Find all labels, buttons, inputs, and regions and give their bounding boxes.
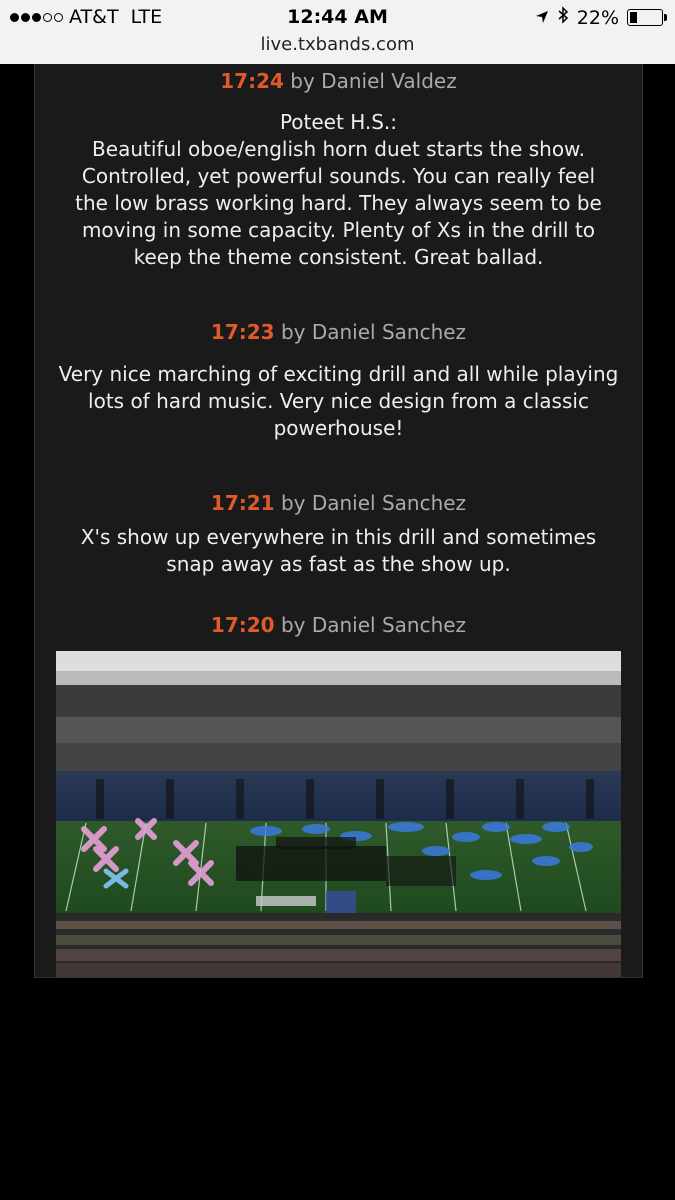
text-line: powerhouse! xyxy=(273,416,404,440)
entry-time: 17:24 xyxy=(220,69,284,93)
stadium-photo[interactable] xyxy=(56,651,621,977)
location-arrow-icon xyxy=(535,7,549,29)
entry-text: X's show up everywhere in this drill and… xyxy=(47,524,630,578)
text-line: Controlled, yet powerful sounds. You can… xyxy=(81,164,596,188)
entry-text: Poteet H.S.: Beautiful oboe/english horn… xyxy=(47,109,630,271)
entry-author: by Daniel Valdez xyxy=(290,69,457,93)
entry-time: 17:20 xyxy=(210,613,275,637)
text-line: the low brass working hard. They always … xyxy=(75,191,602,215)
entry-author: by Daniel Sanchez xyxy=(280,320,467,344)
entry-header: 17:23 by Daniel Sanchez xyxy=(35,320,642,344)
url-bar[interactable]: live.txbands.com xyxy=(0,34,675,55)
entry-time: 17:23 xyxy=(210,320,275,344)
text-line: keep the theme consistent. Great ballad. xyxy=(133,245,544,269)
text-line: Very nice marching of exciting drill and… xyxy=(58,362,619,386)
entry-time: 17:21 xyxy=(210,491,275,515)
entry-text: Very nice marching of exciting drill and… xyxy=(47,361,630,442)
battery-icon xyxy=(627,9,667,26)
text-line: snap away as fast as the show up. xyxy=(166,552,511,576)
text-line: Beautiful oboe/english horn duet starts … xyxy=(92,137,585,161)
text-line: X's show up everywhere in this drill and… xyxy=(80,525,597,549)
battery-percent: 22% xyxy=(576,6,619,29)
entry-header: 17:24 by Daniel Valdez xyxy=(35,69,642,93)
live-feed-panel: 17:24 by Daniel Valdez Poteet H.S.: Beau… xyxy=(34,64,643,978)
bluetooth-icon xyxy=(557,6,569,29)
entry-header: 17:20 by Daniel Sanchez xyxy=(35,613,642,637)
entry-header: 17:21 by Daniel Sanchez xyxy=(35,491,642,515)
text-line: Poteet H.S.: xyxy=(279,110,398,134)
entry-author: by Daniel Sanchez xyxy=(280,613,467,637)
text-line: lots of hard music. Very nice design fro… xyxy=(88,389,589,413)
entry-author: by Daniel Sanchez xyxy=(280,491,467,515)
status-bar: AT&T LTE 12:44 AM 22% live.txbands.com xyxy=(0,0,675,64)
text-line: moving in some capacity. Plenty of Xs in… xyxy=(81,218,596,242)
